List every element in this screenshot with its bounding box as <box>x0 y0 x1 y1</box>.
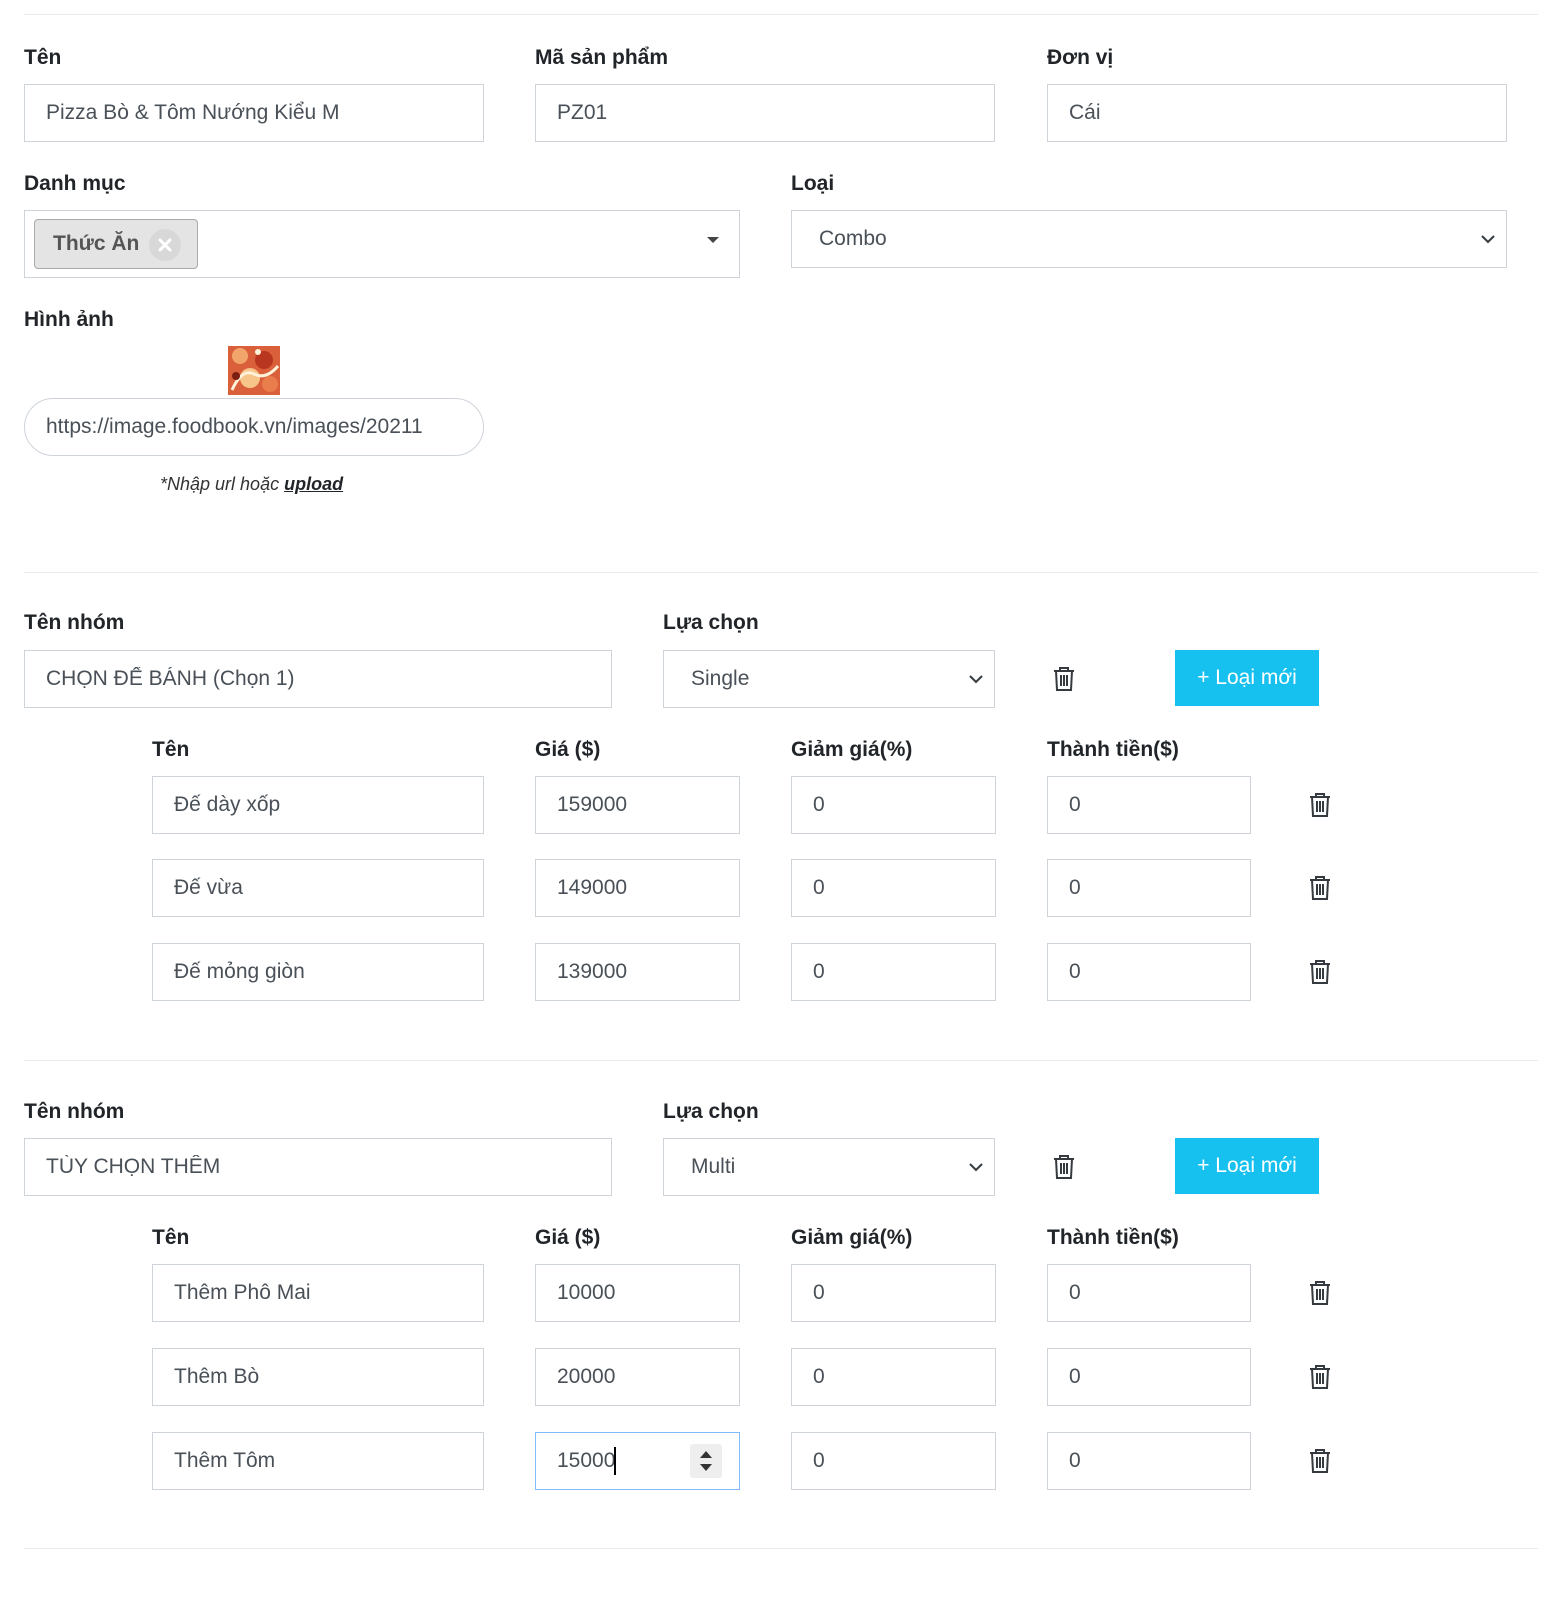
option-total-input[interactable] <box>1047 776 1251 834</box>
trash-icon[interactable] <box>1052 1154 1076 1180</box>
col-discount-label: Giảm giá(%) <box>791 1226 913 1249</box>
group-choice-select[interactable]: Single <box>663 650 995 708</box>
option-total-input[interactable] <box>1047 1264 1251 1322</box>
option-name-input[interactable] <box>152 943 484 1001</box>
trash-icon[interactable] <box>1308 1448 1332 1474</box>
category-tag-label: Thức Ăn <box>53 232 140 255</box>
option-total-input[interactable] <box>1047 1432 1251 1490</box>
option-price-input[interactable] <box>535 943 740 1001</box>
group-name-label: Tên nhóm <box>24 1100 125 1123</box>
option-total-input[interactable] <box>1047 1348 1251 1406</box>
trash-icon[interactable] <box>1308 959 1332 985</box>
type-select[interactable]: Combo <box>791 210 1507 268</box>
product-thumbnail <box>228 346 280 395</box>
group-choice-label: Lựa chọn <box>663 1100 759 1123</box>
close-icon[interactable] <box>149 229 181 261</box>
upload-link[interactable]: upload <box>284 474 343 494</box>
option-discount-input[interactable] <box>791 859 996 917</box>
category-label: Danh mục <box>24 172 126 195</box>
col-name-label: Tên <box>152 738 190 761</box>
add-option-button[interactable]: + Loại mới <box>1175 1138 1319 1194</box>
trash-icon[interactable] <box>1308 792 1332 818</box>
group-choice-label: Lựa chọn <box>663 611 759 634</box>
image-hint-text: *Nhập url hoặc <box>160 474 280 494</box>
section-divider <box>24 572 1538 573</box>
group-choice-value: Single <box>691 667 750 690</box>
option-price-input[interactable] <box>535 1348 740 1406</box>
option-price-input[interactable] <box>535 776 740 834</box>
code-input[interactable] <box>535 84 995 142</box>
name-input[interactable] <box>24 84 484 142</box>
name-label: Tên <box>24 46 62 69</box>
image-hint: *Nhập url hoặc upload <box>160 474 343 495</box>
group-name-label: Tên nhóm <box>24 611 125 634</box>
col-total-label: Thành tiền($) <box>1047 738 1179 761</box>
option-discount-input[interactable] <box>791 1264 996 1322</box>
section-divider <box>24 1548 1538 1549</box>
option-total-input[interactable] <box>1047 943 1251 1001</box>
option-total-input[interactable] <box>1047 859 1251 917</box>
trash-icon[interactable] <box>1308 875 1332 901</box>
chevron-down-icon <box>1481 235 1495 244</box>
category-tag: Thức Ăn <box>34 219 198 269</box>
group-choice-select[interactable]: Multi <box>663 1138 995 1196</box>
option-discount-input[interactable] <box>791 1348 996 1406</box>
add-option-button[interactable]: + Loại mới <box>1175 650 1319 706</box>
col-discount-label: Giảm giá(%) <box>791 738 913 761</box>
option-name-input[interactable] <box>152 859 484 917</box>
option-name-input[interactable] <box>152 1264 484 1322</box>
text-cursor <box>614 1447 616 1475</box>
col-price-label: Giá ($) <box>535 1226 601 1249</box>
category-multiselect[interactable]: Thức Ăn <box>24 210 740 278</box>
top-divider <box>24 14 1538 15</box>
caret-down-icon[interactable] <box>707 237 719 243</box>
number-spinner-icon[interactable] <box>690 1444 722 1478</box>
option-name-input[interactable] <box>152 776 484 834</box>
group-name-input[interactable] <box>24 1138 612 1196</box>
trash-icon[interactable] <box>1308 1280 1332 1306</box>
group-name-input[interactable] <box>24 650 612 708</box>
col-total-label: Thành tiền($) <box>1047 1226 1179 1249</box>
unit-input[interactable] <box>1047 84 1507 142</box>
option-name-input[interactable] <box>152 1348 484 1406</box>
option-name-input[interactable] <box>152 1432 484 1490</box>
col-price-label: Giá ($) <box>535 738 601 761</box>
chevron-down-icon <box>969 1163 983 1172</box>
trash-icon[interactable] <box>1308 1364 1332 1390</box>
image-url-input[interactable] <box>24 398 484 456</box>
trash-icon[interactable] <box>1052 666 1076 692</box>
option-discount-input[interactable] <box>791 776 996 834</box>
option-discount-input[interactable] <box>791 1432 996 1490</box>
section-divider <box>24 1060 1538 1061</box>
image-label: Hình ảnh <box>24 308 114 331</box>
group-choice-value: Multi <box>691 1155 736 1178</box>
option-price-input[interactable] <box>535 859 740 917</box>
chevron-down-icon <box>969 675 983 684</box>
unit-label: Đơn vị <box>1047 46 1114 69</box>
type-label: Loại <box>791 172 835 195</box>
option-price-input[interactable] <box>535 1264 740 1322</box>
type-select-value: Combo <box>819 227 887 250</box>
code-label: Mã sản phẩm <box>535 46 669 69</box>
option-discount-input[interactable] <box>791 943 996 1001</box>
col-name-label: Tên <box>152 1226 190 1249</box>
